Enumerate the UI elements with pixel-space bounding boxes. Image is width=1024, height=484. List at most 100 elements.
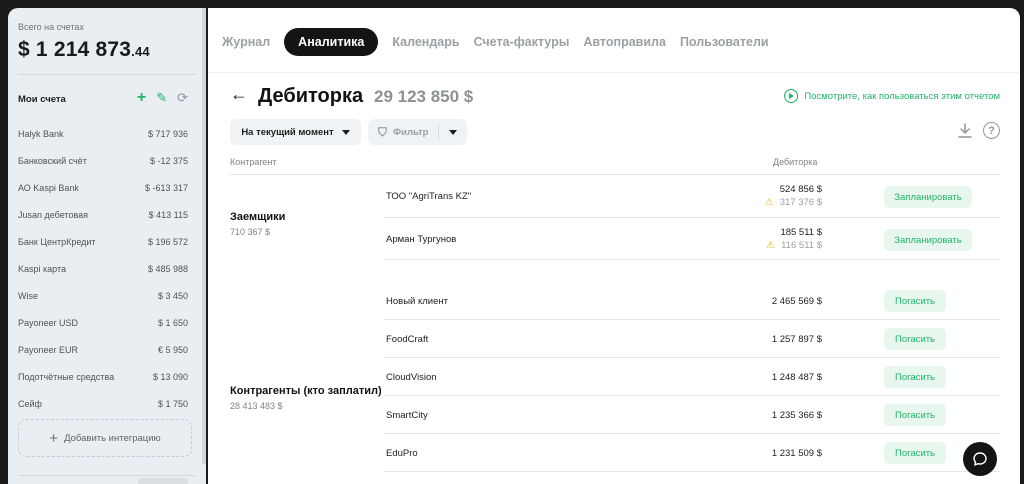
account-amount: $ 485 988 [147,263,188,274]
account-item[interactable]: Payoneer EUR € 5 950 [18,336,188,363]
chevron-down-icon[interactable] [449,129,457,135]
group-sum: 710 367 $ [230,227,271,237]
row-contractor: EduPro [386,448,418,459]
tab-invoices[interactable]: Счета-фактуры [474,35,570,49]
schedule-button[interactable]: Запланировать [884,229,972,251]
row-amount: 1 231 509 $ [771,448,822,459]
repay-button[interactable]: Погасить [884,404,946,426]
date-filter-value: На текущий момент [241,126,334,138]
account-item[interactable]: Jusan дебетовая $ 413 115 [18,201,188,228]
row-contractor: ТОО "AgriTrans KZ" [386,191,472,202]
tab-calendar[interactable]: Календарь [392,35,459,49]
download-icon[interactable] [958,123,972,139]
chevron-down-icon [341,129,350,135]
account-name: Банковский счёт [18,155,87,166]
column-header-debt: Дебиторка [773,157,818,167]
account-amount: $ -12 375 [149,155,188,166]
page-total: 29 123 850 $ [374,87,474,106]
account-name: Сейф [18,398,42,409]
group-name: Заемщики [230,211,286,223]
row-contractor: Новый клиент [386,296,448,307]
add-integration-label: Добавить интеграцию [64,432,161,444]
sidebar-divider [18,74,196,75]
row-contractor: Арман Тургунов [386,234,457,245]
filter-button[interactable]: ⛉ Фильтр [368,119,467,145]
account-name: Jusan дебетовая [18,209,89,220]
table-row[interactable]: ТОО "AgriTrans KZ" 524 856 $ ⚠ 317 376 $ … [384,175,1000,218]
account-name: Wise [18,290,38,301]
account-item[interactable]: Kaspi карта $ 485 988 [18,255,188,282]
account-item[interactable]: Payoneer USD $ 1 650 [18,309,188,336]
chat-button[interactable] [963,442,997,476]
account-item[interactable]: Банк ЦентрКредит $ 196 572 [18,228,188,255]
row-contractor: FoodCraft [386,334,429,345]
account-item[interactable]: АО Kaspi Bank $ -613 317 [18,174,188,201]
refresh-icon[interactable]: ⟳ [177,91,188,105]
account-amount: $ -613 317 [144,182,188,193]
account-item[interactable]: Подотчётные средства $ 13 090 [18,363,188,390]
top-tabs: Журнал Аналитика Календарь Счета-фактуры… [222,28,769,56]
group-sum: 28 413 483 $ [230,401,283,411]
sidebar: Всего на счетах $ 1 214 873.44 Мои счета… [8,8,206,484]
accounts-list: Halyk Bank $ 717 936 Банковский счёт $ -12… [18,120,188,417]
add-integration-button[interactable]: + Добавить интеграцию [18,419,192,457]
row-overdue-amount: 317 376 $ [779,197,822,208]
row-overdue: ⚠ 317 376 $ [765,197,822,208]
row-contractor: CloudVision [386,372,437,383]
add-account-icon[interactable]: + [137,90,146,106]
back-arrow-icon[interactable]: ← [230,84,248,105]
date-filter-dropdown[interactable]: На текущий момент [230,119,361,145]
row-amount: 1 257 897 $ [771,334,822,345]
filter-icon: ⛉ [378,124,388,139]
table-row[interactable]: CloudVision 1 248 487 $ Погасить [384,358,1000,396]
row-amount: 2 465 569 $ [771,296,822,307]
edit-accounts-icon[interactable]: ✎ [156,91,167,105]
column-header-contractor: Контрагент [230,157,277,167]
account-item[interactable]: Сейф $ 1 750 [18,390,188,417]
account-item[interactable]: Банковский счёт $ -12 375 [18,147,188,174]
account-name: АО Kaspi Bank [18,182,79,193]
tab-autorules[interactable]: Автоправила [583,35,666,49]
main-panel: Журнал Аналитика Календарь Счета-фактуры… [208,8,1020,484]
tab-analytics[interactable]: Аналитика [284,28,379,56]
account-name: Payoneer USD [18,317,79,328]
account-amount: € 5 950 [157,344,188,355]
repay-button[interactable]: Погасить [884,290,946,312]
account-amount: $ 13 090 [152,371,188,382]
account-item[interactable]: Wise $ 3 450 [18,282,188,309]
help-icon[interactable]: ? [983,122,1000,139]
account-amount: $ 717 936 [147,128,188,139]
table-row[interactable]: FoodCraft 1 257 897 $ Погасить [384,320,1000,358]
sidebar-scrollbar[interactable] [202,8,206,464]
account-amount: $ 413 115 [148,209,188,220]
table-row[interactable]: Арман Тургунов 185 511 $ ⚠ 116 511 $ Запл… [384,218,1000,260]
group-name: Контрагенты (кто заплатил) [230,385,382,397]
row-amount: 185 511 $ [780,227,822,238]
schedule-button[interactable]: Запланировать [884,186,972,208]
table-row[interactable]: EduPro 1 231 509 $ Погасить [384,434,1000,472]
total-balance-main: $ 1 214 873 [18,38,132,61]
tab-users[interactable]: Пользователи [680,35,769,49]
repay-button[interactable]: Погасить [884,442,946,464]
account-name: Банк ЦентрКредит [18,236,96,247]
table-row[interactable]: SmartCity 1 235 366 $ Погасить [384,396,1000,434]
account-amount: $ 1 750 [157,398,188,409]
account-name: Kaspi карта [18,263,66,274]
account-item[interactable]: Halyk Bank $ 717 936 [18,120,188,147]
repay-button[interactable]: Погасить [884,366,946,388]
warning-icon: ⚠ [764,197,774,208]
plus-icon: + [49,429,59,447]
total-balance-amount: $ 1 214 873.44 [18,38,150,62]
row-amount: 524 856 $ [779,184,822,195]
tabs-divider [208,72,1020,73]
table-row[interactable]: Новый клиент 2 465 569 $ Погасить [384,282,1000,320]
row-contractor: SmartCity [386,410,428,421]
account-amount: $ 1 650 [157,317,188,328]
row-amount: 1 248 487 $ [771,372,822,383]
sidebar-bottom-control[interactable] [138,478,188,484]
account-name: Payoneer EUR [18,344,79,355]
help-video-link[interactable]: Посмотрите, как пользоваться этим отчето… [784,89,1000,103]
tab-journal[interactable]: Журнал [222,35,270,49]
repay-button[interactable]: Погасить [884,328,946,350]
page-title: Дебиторка [258,85,364,107]
